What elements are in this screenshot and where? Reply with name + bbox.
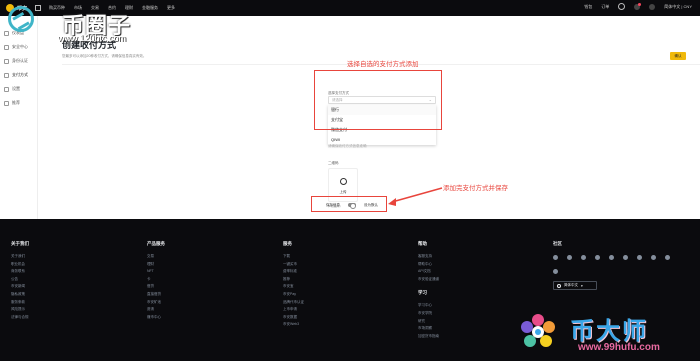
footer-link[interactable]: 隐私政策 (11, 291, 29, 299)
card-icon (4, 72, 9, 78)
orders-menu[interactable]: 订单 (601, 4, 609, 10)
watermark-bottom-title: 币大师 (570, 318, 648, 345)
footer-link[interactable]: 品牌代币认证 (283, 299, 304, 307)
notification-icon[interactable] (634, 2, 642, 10)
footer-link[interactable]: 直接借贷 (147, 291, 165, 299)
footer-col-about: 关于我们 关于我们 职业机会 商务联系 公告 币安新闻 隐私政策 服务条款 风险… (11, 241, 29, 321)
footer-col-title: 服务 (283, 241, 292, 246)
flower-logo-icon (521, 314, 555, 347)
footer-link[interactable]: 服务条款 (11, 299, 29, 307)
footer-link[interactable]: 赚币中心 (147, 314, 165, 322)
footer-link[interactable]: 帮助中心 (418, 261, 439, 269)
footer-link[interactable]: 法律与合规 (11, 314, 29, 322)
footer-link[interactable]: 研究 (418, 318, 439, 326)
page-subtitle: 您最多可以添加20种收付方式，请确保信息真实有效。 (62, 54, 147, 58)
footer-col-title: 帮助 (418, 241, 427, 246)
annotation-box-dropdown (314, 70, 442, 130)
discord-icon[interactable] (567, 255, 572, 260)
sidebar-item-payment[interactable]: 支付方式 (0, 68, 37, 82)
footer-link[interactable]: 下载 (283, 253, 304, 261)
footer-link[interactable]: 理财 (147, 261, 165, 269)
footer-link[interactable]: 币安Web3 (283, 321, 304, 329)
footer-link[interactable]: 学习中心 (418, 302, 439, 310)
globe-icon (557, 283, 561, 288)
youtube-icon[interactable] (553, 269, 558, 274)
footer-col-products: 产品服务 交易 理财 NFT 卡 借贷 直接借贷 币安矿池 邀请 赚币中心 (147, 241, 165, 321)
user-icon[interactable] (618, 3, 626, 10)
footer-link[interactable]: 职业机会 (11, 261, 29, 269)
watermark-bottom-url: www.99hufu.com (578, 342, 660, 353)
download-icon[interactable] (649, 3, 656, 10)
watermark-bottom: 币大师 www.99hufu.com (512, 308, 698, 360)
language-selector[interactable]: 简体中文 ▾ (553, 281, 597, 290)
footer-link[interactable]: NFT (147, 268, 165, 276)
social-icons (553, 255, 673, 274)
footer-link[interactable]: 交易 (147, 253, 165, 261)
vk-icon[interactable] (665, 255, 670, 260)
sidebar-item-settings[interactable]: 设置 (0, 82, 37, 96)
footer-link[interactable]: 费率标准 (283, 268, 304, 276)
annotation-save-hint: 添加完支付方式并保存 (443, 185, 508, 192)
watermark-top: 币圈子 www.120btc.com (6, 4, 156, 48)
referral-icon (4, 100, 9, 106)
footer-col-title: 社区 (553, 241, 562, 246)
sidebar-item-identity[interactable]: 身份认证 (0, 54, 37, 68)
footer-link[interactable]: 借贷 (147, 283, 165, 291)
footer-col-services: 服务 下载 一键买币 费率标准 推荐 币安宝 币安Pay 品牌代币认证 上币申请… (283, 241, 304, 329)
reddit-icon[interactable] (623, 255, 628, 260)
footer-link[interactable]: API文档 (418, 268, 439, 276)
footer-link[interactable]: 币安宝 (283, 283, 304, 291)
footer-link[interactable]: 币安学院 (418, 310, 439, 318)
footer-link[interactable]: 加密货币指南 (418, 333, 439, 341)
footer-col-title-learn: 学习 (418, 290, 427, 296)
top-right-menu: 钱包 订单 简体中文 | CNY (584, 2, 692, 10)
footer-link[interactable]: 一键买币 (283, 261, 304, 269)
page: 币安 购买币种 市场 交易 合约 理财 金融服务 更多 钱包 订单 简体中文 |… (0, 0, 700, 361)
annotation-select-hint: 选择自选的支付方式添加 (347, 61, 419, 68)
footer-link[interactable]: 币安矿池 (147, 299, 165, 307)
chevron-down-icon: ▾ (581, 283, 583, 288)
telegram-icon[interactable] (553, 255, 558, 260)
gear-icon (4, 86, 9, 92)
tiktok-icon[interactable] (595, 255, 600, 260)
footer-col-title: 关于我们 (11, 241, 29, 246)
confirm-button[interactable]: 确认 (670, 52, 686, 60)
wallet-menu[interactable]: 钱包 (584, 4, 592, 10)
footer-link[interactable]: 客服支持 (418, 253, 439, 261)
footer-link[interactable]: 关于我们 (11, 253, 29, 261)
footer-link[interactable]: 币安验证通道 (418, 276, 439, 284)
coinmarketcap-icon[interactable] (651, 255, 656, 260)
upload-icon (340, 178, 347, 185)
instagram-icon[interactable] (637, 255, 642, 260)
upload-label: 上传 (339, 190, 347, 194)
footer-link[interactable]: 卡 (147, 276, 165, 284)
language-currency-selector[interactable]: 简体中文 | CNY (664, 4, 692, 10)
footer-link[interactable]: 推荐 (283, 276, 304, 284)
footer-link[interactable]: 公告 (11, 276, 29, 284)
footer-link[interactable]: 币安Pay (283, 291, 304, 299)
footer-link[interactable]: 商务联系 (11, 268, 29, 276)
form-hint: 请确保收付方式信息准确 (328, 144, 367, 148)
footer-link[interactable]: 市场洞察 (418, 325, 439, 333)
id-card-icon (4, 58, 9, 64)
annotation-box-save (311, 196, 387, 212)
footer-link[interactable]: 币安数据 (283, 314, 304, 322)
sidebar-item-referral[interactable]: 推荐 (0, 96, 37, 110)
watermark-logo-icon (8, 6, 34, 32)
qr-code-label: 二维码 (328, 161, 339, 165)
footer-link[interactable]: 风险提示 (11, 306, 29, 314)
footer-link[interactable]: 邀请 (147, 306, 165, 314)
footer-community: 社区 简体中文 ▾ (553, 241, 673, 290)
footer-link[interactable]: 币安新闻 (11, 283, 29, 291)
nav-link-more[interactable]: 更多 (167, 5, 175, 11)
footer-link[interactable]: 上币申请 (283, 306, 304, 314)
watermark-url: www.120btc.com (58, 33, 127, 43)
footer-col-help: 帮助 客服支持 帮助中心 API文档 币安验证通道 学习 学习中心 币安学院 研… (418, 241, 439, 340)
twitter-icon[interactable] (581, 255, 586, 260)
facebook-icon[interactable] (609, 255, 614, 260)
footer-col-title: 产品服务 (147, 241, 165, 246)
